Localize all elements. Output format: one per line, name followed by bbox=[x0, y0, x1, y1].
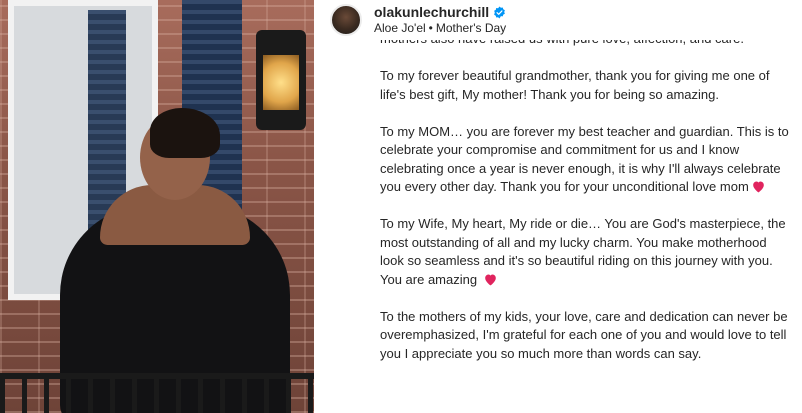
caption-paragraph-with-heart: To my Wife, My heart, My ride or die… Yo… bbox=[380, 215, 790, 289]
caption-paragraph-with-heart: To my MOM… you are forever my best teach… bbox=[380, 123, 790, 197]
post-header: olakunlechurchill Aloe Jo'el • Mother's Da… bbox=[314, 0, 802, 40]
post-subline: Aloe Jo'el • Mother's Day bbox=[374, 20, 506, 36]
heart-icon bbox=[483, 273, 498, 286]
post-photo[interactable] bbox=[0, 0, 314, 413]
header-text: olakunlechurchill Aloe Jo'el • Mother's Da… bbox=[374, 4, 506, 36]
username-row: olakunlechurchill bbox=[374, 4, 506, 20]
separator-dot: • bbox=[428, 21, 433, 35]
caption-paragraph: To the mothers of my kids, your love, ca… bbox=[380, 308, 788, 361]
verified-badge-icon bbox=[493, 6, 506, 19]
iron-railing bbox=[0, 373, 314, 413]
caption-paragraph: To my MOM… you are forever my best teach… bbox=[380, 123, 789, 195]
avatar[interactable] bbox=[330, 4, 362, 36]
username[interactable]: olakunlechurchill bbox=[374, 4, 489, 20]
heart-icon bbox=[751, 180, 766, 193]
caption-paragraph: To my Wife, My heart, My ride or die… Yo… bbox=[380, 216, 786, 287]
location-label[interactable]: Mother's Day bbox=[436, 21, 506, 35]
wall-lamp-light bbox=[263, 55, 299, 110]
caption-paragraph: mothers also have raised us with pure lo… bbox=[380, 40, 790, 49]
caption-text: mothers also have raised us with pure lo… bbox=[380, 40, 790, 413]
caption-paragraph: To my forever beautiful grandmother, tha… bbox=[380, 68, 770, 102]
audio-label[interactable]: Aloe Jo'el bbox=[374, 21, 426, 35]
woman-hair bbox=[150, 108, 220, 158]
